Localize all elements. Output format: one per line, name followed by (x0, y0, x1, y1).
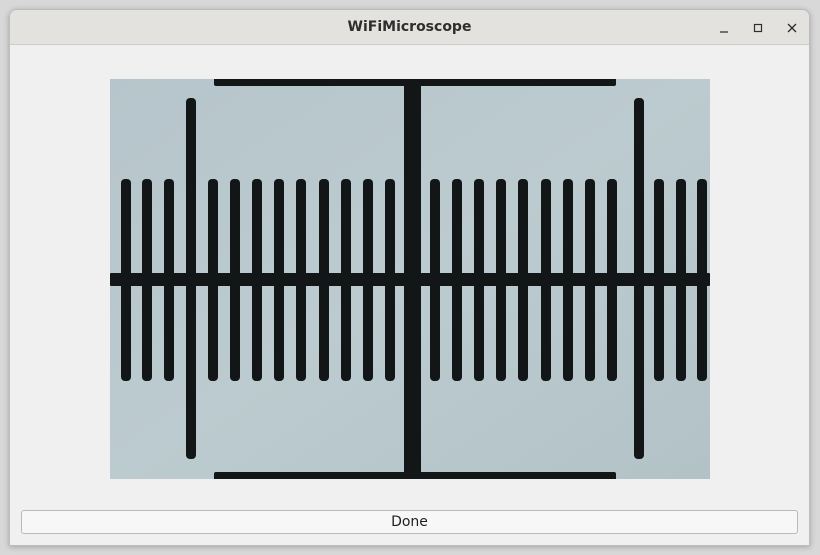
done-button[interactable]: Done (21, 510, 798, 534)
title-bar[interactable]: WiFiMicroscope (10, 10, 809, 45)
tick-mark (697, 179, 707, 381)
tick-mark (563, 179, 573, 381)
tick-mark (164, 179, 174, 381)
tick-mark (341, 179, 351, 381)
tick-mark (452, 179, 462, 381)
maximize-button[interactable] (746, 16, 770, 40)
tick-mark (585, 179, 595, 381)
tick-mark (496, 179, 506, 381)
tick-mark (319, 179, 329, 381)
tick-mark (121, 179, 131, 381)
tick-mark (654, 179, 664, 381)
window-title: WiFiMicroscope (10, 10, 809, 45)
app-window: WiFiMicroscope (9, 9, 810, 546)
close-button[interactable] (780, 16, 804, 40)
tick-mark (363, 179, 373, 381)
tick-mark (296, 179, 306, 381)
close-icon (780, 16, 804, 40)
tick-mark-medium (634, 98, 644, 459)
tick-mark (518, 179, 528, 381)
tick-mark (430, 179, 440, 381)
minimize-icon (712, 16, 736, 40)
minimize-button[interactable] (712, 16, 736, 40)
tick-mark (230, 179, 240, 381)
tick-mark-medium (186, 98, 196, 459)
tick-mark (676, 179, 686, 381)
tick-mark (142, 179, 152, 381)
tick-mark (252, 179, 262, 381)
tick-mark (541, 179, 551, 381)
tick-mark-center (404, 79, 421, 479)
tick-mark (208, 179, 218, 381)
tick-mark (607, 179, 617, 381)
tick-mark (385, 179, 395, 381)
tick-mark (474, 179, 484, 381)
microscope-image (110, 79, 710, 479)
maximize-icon (746, 16, 770, 40)
microscope-view-graphic (110, 79, 710, 479)
tick-mark (274, 179, 284, 381)
